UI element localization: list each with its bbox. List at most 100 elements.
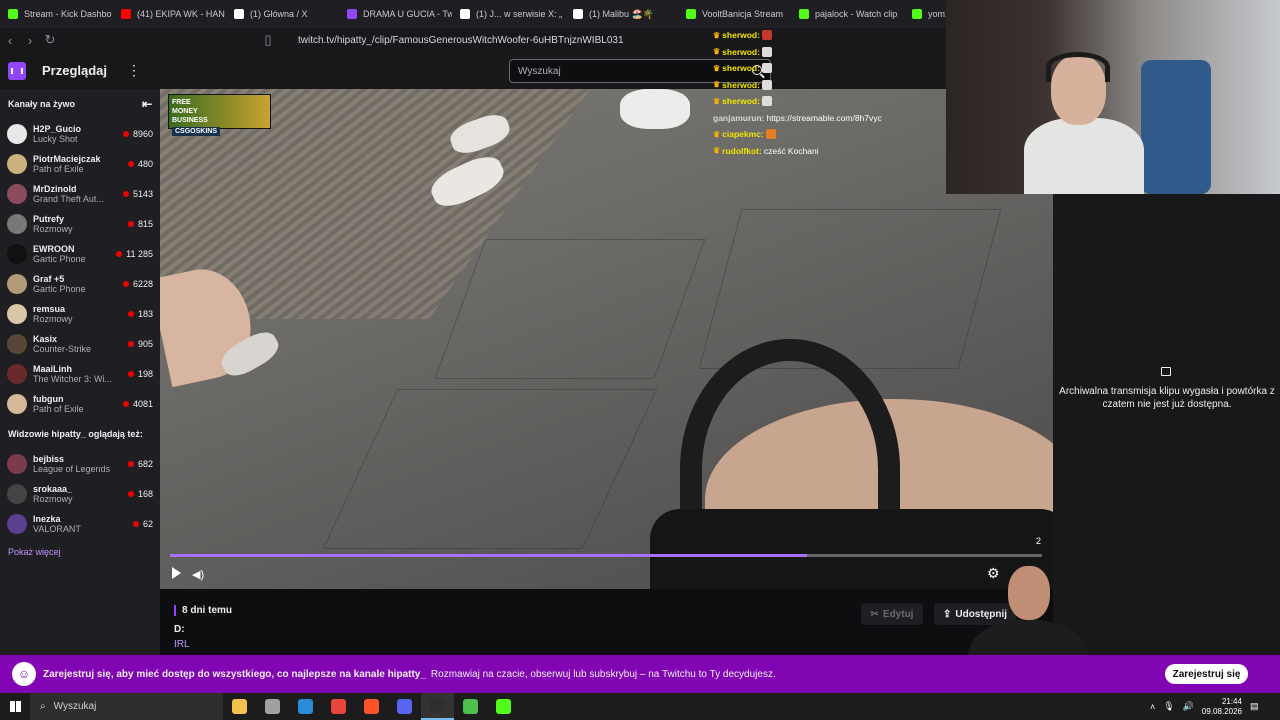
browser-tab[interactable]: Stream - Kick Dashbo bbox=[0, 2, 113, 26]
start-button[interactable] bbox=[0, 701, 30, 712]
chat-username[interactable]: ganjamurun: bbox=[713, 113, 764, 123]
sidebar-channel[interactable]: EWROON Gartic Phone 11 285 bbox=[0, 239, 160, 269]
channel-game: Grand Theft Aut... bbox=[33, 194, 104, 204]
taskbar-app[interactable] bbox=[322, 693, 355, 720]
seek-bar-fill bbox=[170, 554, 807, 557]
avatar bbox=[7, 274, 27, 294]
video-player[interactable]: FREE MONEY BUSINESS CSGOSKINS 2 ◀) ⚙ bbox=[160, 89, 1053, 589]
seek-bar[interactable] bbox=[170, 554, 1042, 557]
crown-badge-icon: ♛ bbox=[713, 129, 721, 139]
viewer-count: 5143 bbox=[122, 189, 153, 199]
chat-username[interactable]: rudolfkot: bbox=[722, 146, 762, 156]
browse-link[interactable]: Przeglądaj bbox=[42, 63, 107, 78]
browser-tab[interactable]: VooltBanicja Stream bbox=[678, 2, 791, 26]
browser-tab[interactable]: (1) Malibu 🏖️🌴 bbox=[565, 2, 678, 26]
sidebar-channel[interactable]: MaaiLinh The Witcher 3: Wi... 198 bbox=[0, 359, 160, 389]
chat-username[interactable]: sherwod: bbox=[722, 80, 760, 90]
browser-tab[interactable]: DRAMA U GUCIA - Tw bbox=[339, 2, 452, 26]
viewer-count-value: 5143 bbox=[132, 189, 153, 199]
edit-button-label: Edytuj bbox=[882, 608, 914, 620]
taskbar-app[interactable] bbox=[421, 693, 454, 720]
more-menu-icon[interactable]: ⋮ bbox=[127, 62, 141, 79]
viewer-count: 183 bbox=[127, 309, 153, 319]
live-dot-icon bbox=[122, 281, 129, 287]
play-icon[interactable] bbox=[172, 567, 181, 579]
sidebar-channel[interactable]: Kasix Counter-Strike 905 bbox=[0, 329, 160, 359]
collapse-sidebar-icon[interactable]: ⇤ bbox=[142, 97, 152, 111]
taskbar-app[interactable] bbox=[256, 693, 289, 720]
sidebar-channel[interactable]: remsua Rozmowy 183 bbox=[0, 299, 160, 329]
taskbar-app[interactable] bbox=[454, 693, 487, 720]
sidebar-channel[interactable]: MrDzinold Grand Theft Aut... 5143 bbox=[0, 179, 160, 209]
browser-tab-title: pajalock - Watch clip bbox=[815, 9, 898, 19]
edge-icon bbox=[298, 699, 313, 714]
reload-icon[interactable]: ↻ bbox=[40, 32, 60, 48]
chat-emote-icon bbox=[761, 63, 772, 74]
show-more-link[interactable]: Pokaż więcej bbox=[0, 539, 160, 565]
system-tray: ˄ 🎙 🔊 21:44 09.08.2026 ▤ bbox=[1150, 693, 1258, 720]
chat-username[interactable]: sherwod: bbox=[722, 30, 760, 40]
banner-text: Rozmawiaj na czacie, obserwuj lub subskr… bbox=[430, 668, 776, 680]
avatar bbox=[7, 484, 27, 504]
notifications-icon[interactable]: ▤ bbox=[1250, 701, 1259, 712]
clip-age: 8 dni temu bbox=[174, 605, 232, 616]
sidebar-channel[interactable]: Graf +5 Gartic Phone 6228 bbox=[0, 269, 160, 299]
channel-name: EWROON bbox=[33, 244, 75, 254]
avatar bbox=[7, 124, 27, 144]
sidebar-channel[interactable]: H2P_Gucio Lucky Shot 8960 bbox=[0, 119, 160, 149]
sidebar-channel[interactable]: bejbiss League of Legends 682 bbox=[0, 449, 160, 479]
x-icon bbox=[460, 9, 470, 19]
taskbar-app[interactable] bbox=[289, 693, 322, 720]
microphone-icon[interactable]: 🎙 bbox=[1163, 701, 1174, 712]
scissors-icon: ✂ bbox=[870, 608, 879, 620]
chat-message: ♛ sherwod: bbox=[713, 77, 946, 94]
twitch-logo[interactable] bbox=[8, 61, 26, 80]
channel-name: lnezka bbox=[33, 514, 61, 524]
browser-tab[interactable]: pajalock - Watch clip bbox=[791, 2, 904, 26]
viewer-count-value: 4081 bbox=[132, 399, 153, 409]
chat-username[interactable]: ciapekmc: bbox=[722, 129, 764, 139]
taskbar-app[interactable] bbox=[388, 693, 421, 720]
speaker-icon[interactable]: 🔊 bbox=[1183, 701, 1194, 712]
browser-tab[interactable]: (1) J... w serwisie X: „ bbox=[452, 2, 565, 26]
forward-icon[interactable]: › bbox=[20, 33, 40, 48]
chat-username[interactable]: sherwod: bbox=[722, 63, 760, 73]
sidebar-channel[interactable]: Putrefy Rozmowy 815 bbox=[0, 209, 160, 239]
chevron-up-icon[interactable]: ˄ bbox=[1150, 702, 1155, 712]
sidebar-channel[interactable]: fubgun Path of Exile 4081 bbox=[0, 389, 160, 419]
banner-bold-text: Zarejestruj się, aby mieć dostęp do wszy… bbox=[43, 668, 426, 680]
edit-button[interactable]: ✂ Edytuj bbox=[861, 603, 923, 625]
channel-name: MaaiLinh bbox=[33, 364, 73, 374]
channel-game: Path of Exile bbox=[33, 404, 84, 414]
chat-username[interactable]: sherwod: bbox=[722, 96, 760, 106]
chat-message: ganjamurun: https://streamable.com/8h7vyc bbox=[713, 110, 946, 127]
chrome-icon bbox=[331, 699, 346, 714]
browser-tab[interactable]: (41) EKIPA WK - HAN bbox=[113, 2, 226, 26]
sidebar-channel[interactable]: PiotrMaciejczak Path of Exile 480 bbox=[0, 149, 160, 179]
channel-name: MrDzinold bbox=[33, 184, 77, 194]
bookmark-icon[interactable]: ▯ bbox=[258, 32, 278, 48]
avatar bbox=[7, 244, 27, 264]
kick-app-icon bbox=[496, 699, 511, 714]
signup-button[interactable]: Zarejestruj się bbox=[1165, 664, 1248, 684]
taskbar-app[interactable] bbox=[223, 693, 256, 720]
sidebar-channel[interactable]: lnezka VALORANT 62 bbox=[0, 509, 160, 539]
crown-badge-icon: ♛ bbox=[713, 80, 721, 90]
avatar bbox=[7, 304, 27, 324]
clip-tag[interactable]: IRL bbox=[174, 639, 190, 650]
channel-game: Rozmowy bbox=[33, 494, 73, 504]
volume-icon[interactable]: ◀) bbox=[192, 568, 204, 581]
taskbar-app[interactable] bbox=[355, 693, 388, 720]
url-field[interactable]: twitch.tv/hipatty_/clip/FamousGenerousWi… bbox=[298, 35, 624, 46]
clock[interactable]: 21:44 09.08.2026 bbox=[1202, 697, 1242, 717]
back-icon[interactable]: ‹ bbox=[0, 33, 20, 48]
channel-text: Graf +5 Gartic Phone bbox=[33, 274, 123, 294]
kick-icon bbox=[686, 9, 696, 19]
browser-tab[interactable]: (1) Główna / X bbox=[226, 2, 339, 26]
chat-username[interactable]: sherwod: bbox=[722, 47, 760, 57]
sidebar-channel[interactable]: srokaaa_ Rozmowy 168 bbox=[0, 479, 160, 509]
viewer-count: 815 bbox=[127, 219, 153, 229]
taskbar-app[interactable] bbox=[487, 693, 520, 720]
taskbar-search[interactable]: ⌕ Wyszukaj bbox=[30, 693, 223, 720]
taskbar-apps bbox=[223, 693, 520, 720]
